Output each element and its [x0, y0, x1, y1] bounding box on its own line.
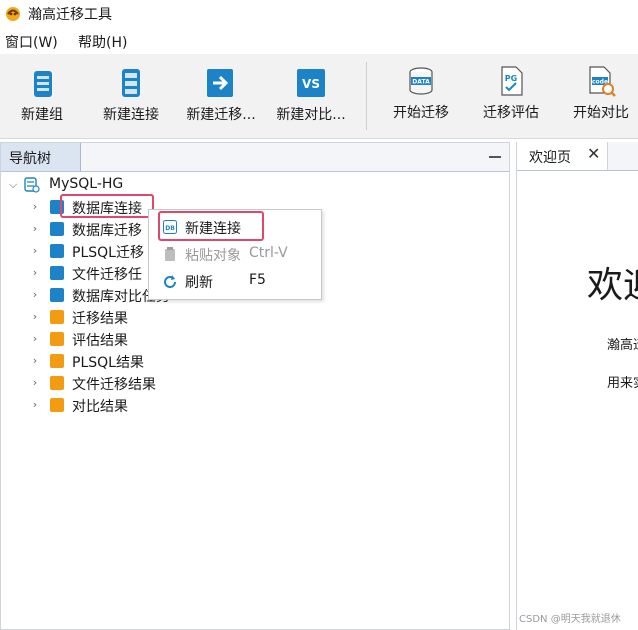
close-icon[interactable]: ✕ — [587, 144, 600, 163]
tree-item-assessment-results[interactable]: › 评估结果 — [28, 329, 208, 351]
menu-help[interactable]: 帮助(H) — [78, 32, 127, 52]
tree-item-plsql-results[interactable]: › PLSQL结果 — [28, 351, 208, 373]
new-group-label: 新建组 — [21, 107, 63, 123]
start-compare-label: 开始对比 — [573, 105, 629, 121]
chevron-right-icon[interactable]: › — [28, 376, 42, 390]
folder-icon — [50, 376, 64, 390]
app-logo-icon — [6, 7, 20, 21]
menu-item-shortcut: F5 — [249, 272, 266, 288]
menu-item-refresh[interactable]: 刷新 F5 — [149, 268, 321, 294]
watermark: CSDN @明天我就退休 — [519, 614, 621, 625]
migration-arrow-icon — [207, 69, 233, 97]
welcome-tab-label: 欢迎页 — [529, 150, 571, 166]
menu-item-paste[interactable]: 粘贴对象 Ctrl-V — [149, 241, 321, 267]
menu-highlight-box — [158, 211, 264, 241]
server-icon — [122, 69, 140, 97]
chevron-right-icon[interactable]: › — [28, 200, 42, 214]
welcome-heading: 欢迎 — [587, 265, 638, 306]
tree-item-file-migration-results[interactable]: › 文件迁移结果 — [28, 373, 208, 395]
refresh-icon — [164, 275, 176, 288]
menu-item-shortcut: Ctrl-V — [249, 245, 288, 261]
code-compare-icon: code — [589, 66, 616, 97]
svg-text:PG: PG — [505, 74, 517, 83]
tab-welcome[interactable]: 欢迎页 ✕ — [517, 142, 608, 170]
data-database-icon: DATA — [409, 67, 433, 95]
svg-text:VS: VS — [302, 77, 320, 91]
vs-icon — [50, 288, 64, 302]
title-bar: 瀚高迁移工具 — [0, 0, 638, 26]
menu-item-label: 刷新 — [185, 275, 213, 291]
file-icon — [50, 266, 64, 280]
start-migration-label: 开始迁移 — [393, 105, 449, 121]
new-connection-button[interactable]: 新建连接 — [98, 54, 164, 138]
selection-highlight — [60, 194, 154, 218]
vs-icon: VS — [297, 69, 325, 97]
start-migration-button[interactable]: DATA 开始迁移 — [388, 54, 454, 138]
tree-root-label: MySQL-HG — [49, 176, 124, 192]
chevron-right-icon[interactable]: › — [28, 266, 42, 280]
chevron-right-icon[interactable]: › — [28, 398, 42, 412]
svg-text:DATA: DATA — [412, 79, 430, 86]
welcome-tabbar: 欢迎页 ✕ — [517, 142, 638, 171]
tree-item-label: 评估结果 — [72, 333, 128, 349]
tree-item-compare-results[interactable]: › 对比结果 — [28, 395, 208, 417]
migration-icon — [50, 222, 64, 236]
start-compare-button[interactable]: code 开始对比 — [568, 54, 634, 138]
plsql-icon — [50, 244, 64, 258]
menu-item-label: 粘贴对象 — [185, 248, 241, 264]
new-migration-label: 新建迁移... — [186, 107, 256, 123]
new-compare-button[interactable]: VS 新建对比... — [273, 54, 349, 138]
paste-icon — [165, 247, 175, 261]
chevron-right-icon[interactable]: › — [28, 288, 42, 302]
tree-item-label: 对比结果 — [72, 399, 128, 415]
new-group-button[interactable]: 新建组 — [14, 54, 70, 138]
window-title: 瀚高迁移工具 — [28, 7, 112, 23]
folder-icon — [50, 354, 64, 368]
folder-icon — [50, 310, 64, 324]
chevron-right-icon[interactable]: › — [28, 222, 42, 236]
folder-icon — [50, 332, 64, 346]
tree-item-label: PLSQL结果 — [72, 355, 144, 371]
tree-item-label: PLSQL迁移 — [72, 245, 144, 261]
chevron-right-icon[interactable]: › — [28, 354, 42, 368]
chevron-right-icon[interactable]: › — [28, 244, 42, 258]
chevron-right-icon[interactable]: › — [28, 332, 42, 346]
welcome-line-1: 瀚高迁 — [607, 338, 638, 353]
tree-item-label: 文件迁移任 — [72, 267, 142, 283]
nav-header: 导航树 — [1, 143, 509, 172]
toolbar-separator — [366, 62, 367, 130]
tree-item-migration-results[interactable]: › 迁移结果 — [28, 307, 208, 329]
chevron-down-icon[interactable]: ⌵ — [6, 178, 20, 192]
new-migration-button[interactable]: 新建迁移... — [183, 54, 259, 138]
nav-tab-label: 导航树 — [9, 151, 51, 167]
database-connection-icon — [24, 177, 40, 193]
tree-item-label: 迁移结果 — [72, 311, 128, 327]
menu-window[interactable]: 窗口(W) — [5, 32, 58, 52]
migration-assessment-button[interactable]: PG 迁移评估 — [478, 54, 544, 138]
welcome-panel: 欢迎页 ✕ 欢迎 瀚高迁 用来实 — [516, 142, 638, 630]
menu-bar: 窗口(W) 帮助(H) — [0, 28, 638, 52]
migration-assessment-label: 迁移评估 — [483, 105, 539, 121]
tree-item-label: 文件迁移结果 — [72, 377, 156, 393]
pg-document-icon: PG — [501, 66, 523, 96]
new-connection-label: 新建连接 — [103, 107, 159, 123]
chevron-right-icon[interactable]: › — [28, 310, 42, 324]
tab-navigation-tree[interactable]: 导航树 — [1, 143, 81, 171]
minimize-icon[interactable] — [489, 156, 501, 158]
new-compare-label: 新建对比... — [276, 107, 346, 123]
toolbar: 新建组 新建连接 新建迁移... VS 新建对比... DATA 开始迁移 PG… — [0, 54, 638, 139]
folder-icon — [50, 398, 64, 412]
welcome-line-2: 用来实 — [607, 376, 638, 391]
tree-item-label: 数据库迁移 — [72, 223, 142, 239]
server-group-icon — [34, 71, 52, 97]
